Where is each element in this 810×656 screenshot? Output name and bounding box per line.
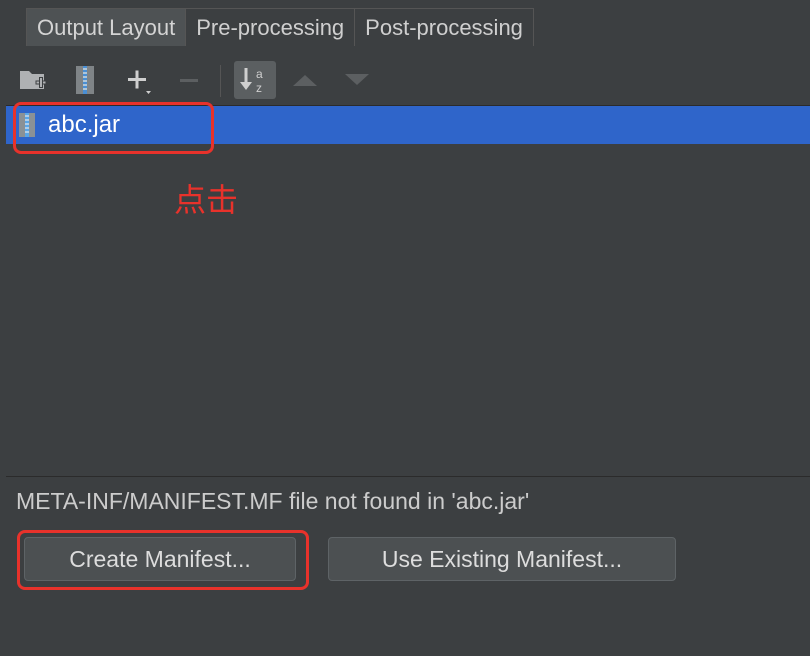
remove-icon[interactable]: [172, 63, 206, 97]
archive-icon[interactable]: [68, 63, 102, 97]
toolbar: a z: [6, 53, 810, 105]
output-tree: abc.jar: [6, 105, 810, 477]
tab-post-processing[interactable]: Post-processing: [355, 9, 533, 46]
tree-item-label: abc.jar: [48, 111, 121, 138]
svg-text:z: z: [256, 81, 262, 95]
add-icon[interactable]: [120, 63, 160, 97]
use-existing-manifest-button[interactable]: Use Existing Manifest...: [328, 537, 676, 581]
new-folder-icon[interactable]: [16, 63, 50, 97]
manifest-status-text: META-INF/MANIFEST.MF file not found in '…: [16, 488, 530, 514]
move-down-icon[interactable]: [340, 63, 374, 97]
toolbar-separator: [220, 65, 221, 97]
annotation-text: 点击: [174, 181, 239, 219]
svg-text:a: a: [256, 67, 263, 81]
tree-item-abc-jar[interactable]: abc.jar: [6, 106, 810, 144]
sort-alphabetically-icon[interactable]: a z: [234, 61, 276, 99]
tab-output-layout[interactable]: Output Layout: [27, 9, 187, 46]
tab-bar: Output Layout Pre-processing Post-proces…: [26, 8, 534, 46]
move-up-icon[interactable]: [288, 63, 322, 97]
artifact-layout-panel: Output Layout Pre-processing Post-proces…: [0, 0, 810, 656]
create-manifest-button[interactable]: Create Manifest...: [24, 537, 296, 581]
jar-archive-icon: [18, 112, 36, 138]
tab-pre-processing[interactable]: Pre-processing: [186, 9, 356, 46]
